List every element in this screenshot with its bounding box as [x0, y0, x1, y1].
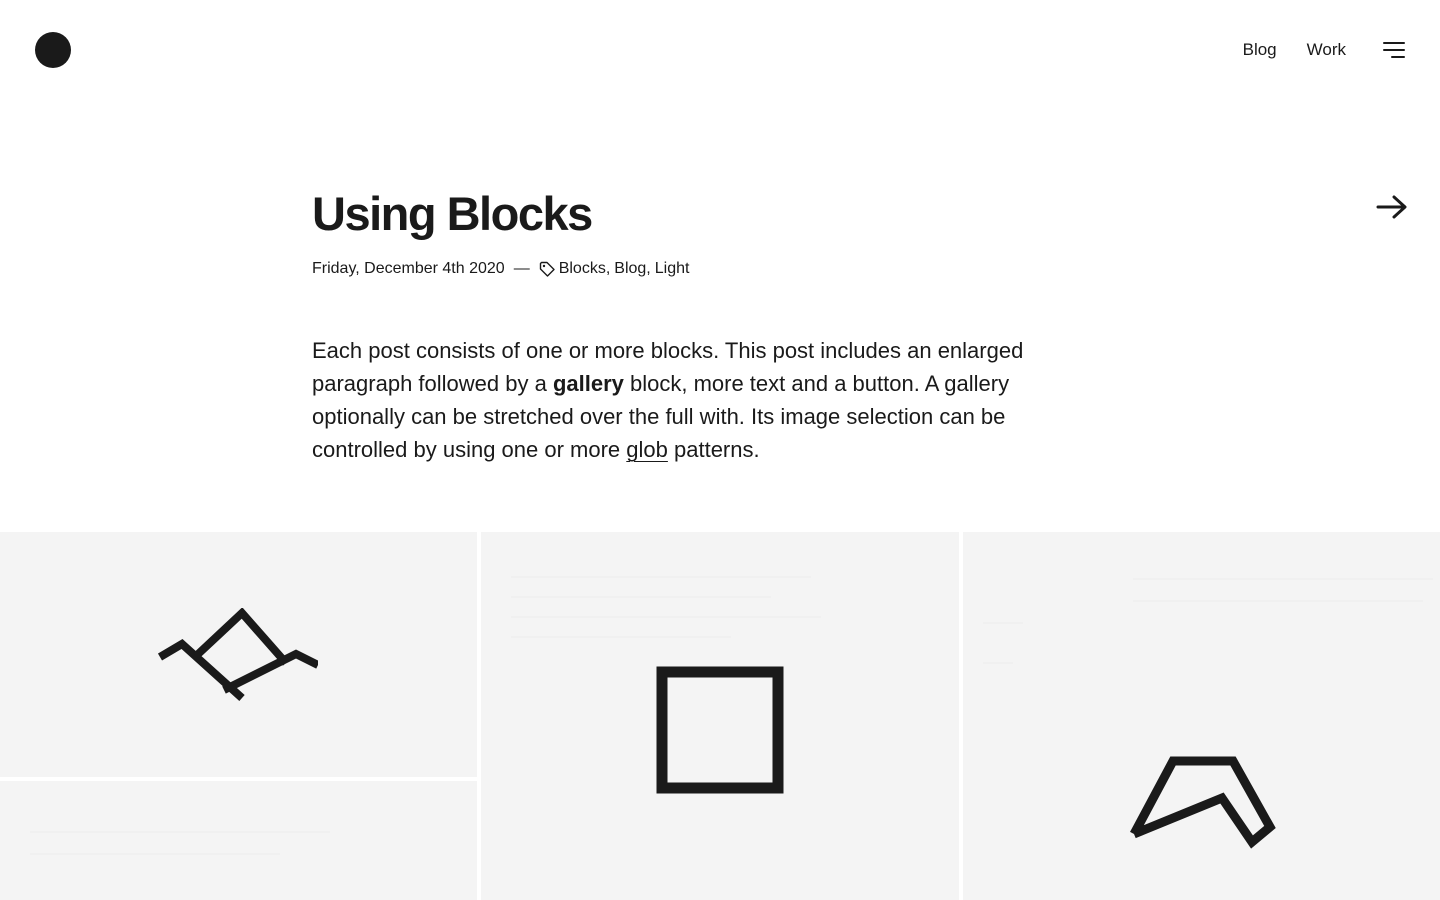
glob-link[interactable]: glob [626, 437, 668, 462]
gallery-image-wedge[interactable] [963, 532, 1440, 900]
mountain-logo-icon [158, 608, 318, 701]
square-logo-icon [656, 666, 784, 794]
post-meta: Friday, December 4th 2020 — Blocks, Blog… [312, 258, 1102, 280]
post-article: Using Blocks Friday, December 4th 2020 —… [312, 184, 1102, 466]
nav-link-blog[interactable]: Blog [1243, 38, 1277, 62]
image-gallery [0, 532, 1440, 900]
lead-bold-gallery: gallery [552, 371, 624, 396]
hamburger-menu-icon[interactable] [1383, 41, 1405, 59]
main-nav: Blog Work [1243, 38, 1346, 62]
post-date: Friday, December 4th 2020 [312, 260, 505, 277]
post-title: Using Blocks [312, 187, 593, 240]
site-header: Blog Work [0, 0, 1440, 100]
next-post-arrow-icon[interactable] [1376, 193, 1408, 221]
meta-separator: — [513, 260, 530, 277]
wedge-logo-icon [1130, 756, 1276, 849]
lead-text-3: patterns. [667, 437, 760, 462]
tag-icon [539, 261, 555, 277]
tag-link-blog[interactable]: Blog [614, 258, 646, 280]
tag-link-light[interactable]: Light [655, 258, 690, 280]
tag-link-blocks[interactable]: Blocks [559, 258, 606, 280]
gallery-image-square[interactable] [481, 532, 959, 900]
site-logo[interactable] [35, 32, 71, 68]
gallery-image-blank[interactable] [0, 781, 477, 900]
gallery-image-mountain[interactable] [0, 532, 477, 777]
post-lead-paragraph: Each post consists of one or more blocks… [312, 334, 1102, 466]
nav-link-work[interactable]: Work [1307, 38, 1346, 62]
